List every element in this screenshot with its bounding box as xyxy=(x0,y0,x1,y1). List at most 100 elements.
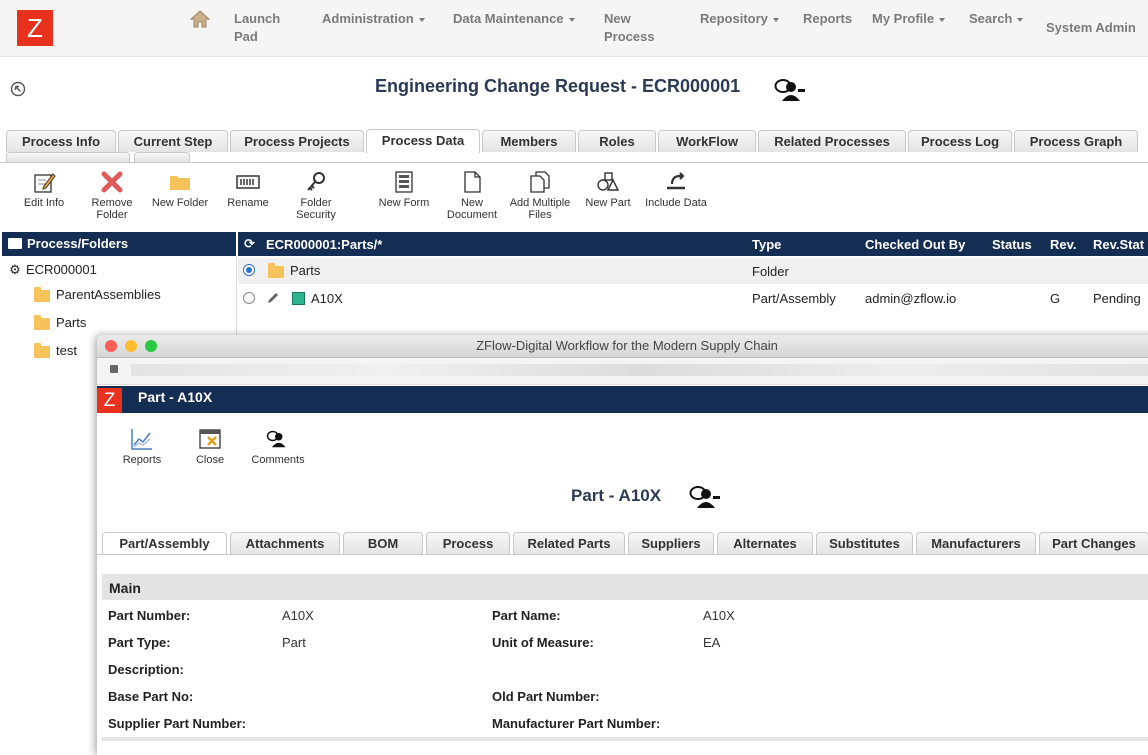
tab-related-processes[interactable]: Related Processes xyxy=(758,130,906,152)
nav-system-admin[interactable]: System Admin xyxy=(1046,19,1136,37)
comments-button[interactable]: Comments xyxy=(247,427,309,466)
column-header-type[interactable]: Type xyxy=(752,233,781,257)
column-header-checked-out-by[interactable]: Checked Out By xyxy=(865,233,965,257)
part-name-value: A10X xyxy=(703,608,735,623)
document-icon xyxy=(464,171,481,193)
comments-icon[interactable] xyxy=(774,78,806,107)
tree-item-parentassemblies[interactable]: ParentAssemblies xyxy=(34,286,161,302)
tree-item-parts[interactable]: Parts xyxy=(34,314,86,330)
reports-icon xyxy=(131,429,152,450)
section-title: Main xyxy=(109,580,141,596)
tab-workflow[interactable]: WorkFlow xyxy=(658,130,756,152)
files-icon xyxy=(530,171,550,193)
panel-splitter[interactable] xyxy=(236,256,237,336)
pencil-icon[interactable] xyxy=(266,291,280,310)
folder-open-icon xyxy=(268,262,284,278)
tab-suppliers[interactable]: Suppliers xyxy=(628,532,714,554)
tab-attachments[interactable]: Attachments xyxy=(230,532,340,554)
folder-security-button[interactable]: Folder Security xyxy=(288,170,344,221)
nav-search[interactable]: Search xyxy=(969,10,1024,28)
folder-icon xyxy=(170,176,190,190)
remove-folder-button[interactable]: Remove Folder xyxy=(84,170,140,221)
form-icon xyxy=(395,171,413,193)
tab-process[interactable]: Process xyxy=(426,532,510,554)
chevron-down-icon xyxy=(1017,17,1024,22)
part-type-value: Part xyxy=(282,635,306,650)
part-cube-icon xyxy=(292,292,305,305)
new-document-button[interactable]: New Document xyxy=(442,170,502,221)
part-icon xyxy=(597,172,620,191)
chevron-down-icon xyxy=(772,17,779,22)
tab-roles[interactable]: Roles xyxy=(578,130,656,152)
tab-process-graph[interactable]: Process Graph xyxy=(1014,130,1138,152)
chevron-down-icon xyxy=(568,17,575,22)
grid-path: ECR000001:Parts/* xyxy=(266,237,383,252)
nav-administration[interactable]: Administration xyxy=(322,10,425,28)
new-form-button[interactable]: New Form xyxy=(374,170,434,209)
new-folder-button[interactable]: New Folder xyxy=(148,170,212,209)
nav-my-profile[interactable]: My Profile xyxy=(872,10,946,28)
key-icon xyxy=(307,172,325,191)
tab-process-projects[interactable]: Process Projects xyxy=(230,130,364,152)
folder-icon xyxy=(34,342,50,358)
nav-launch-pad[interactable]: Launch Pad xyxy=(234,10,304,46)
home-icon[interactable] xyxy=(189,10,211,33)
tree-item-test[interactable]: test xyxy=(34,342,77,358)
description-label: Description: xyxy=(108,662,184,677)
tab-divider xyxy=(0,162,1148,163)
tab-process-info[interactable]: Process Info xyxy=(6,130,116,152)
tab-process-data[interactable]: Process Data xyxy=(366,129,480,153)
unit-of-measure-label: Unit of Measure: xyxy=(492,635,594,650)
row-type: Part/Assembly xyxy=(752,291,836,306)
rename-icon xyxy=(236,175,260,189)
zflow-logo[interactable]: Z xyxy=(97,388,122,413)
row-name[interactable]: Parts xyxy=(268,262,320,280)
tab-divider xyxy=(97,554,1148,555)
tab-substitutes[interactable]: Substitutes xyxy=(816,532,913,554)
tab-members[interactable]: Members xyxy=(482,130,576,152)
zflow-logo[interactable]: Z xyxy=(17,10,53,46)
column-header-rev-status[interactable]: Rev.Stat xyxy=(1093,233,1144,257)
nav-repository[interactable]: Repository xyxy=(700,10,779,28)
part-number-value: A10X xyxy=(282,608,314,623)
tab-overflow-1[interactable] xyxy=(6,152,130,162)
top-navigation-bar: Z Launch Pad Administration Data Mainten… xyxy=(0,0,1148,57)
column-header-status[interactable]: Status xyxy=(992,233,1032,257)
tab-alternates[interactable]: Alternates xyxy=(717,532,813,554)
tab-related-parts[interactable]: Related Parts xyxy=(513,532,625,554)
tab-part-assembly[interactable]: Part/Assembly xyxy=(102,532,227,554)
table-row[interactable] xyxy=(238,258,1148,284)
column-header-rev[interactable]: Rev. xyxy=(1050,233,1077,257)
tab-manufacturers[interactable]: Manufacturers xyxy=(916,532,1036,554)
back-icon[interactable] xyxy=(10,81,26,102)
row-rev: G xyxy=(1050,291,1061,306)
window-title: ZFlow-Digital Workflow for the Modern Su… xyxy=(476,338,778,353)
old-part-number-label: Old Part Number: xyxy=(492,689,600,704)
tab-process-log[interactable]: Process Log xyxy=(908,130,1012,152)
row-name[interactable]: A10X xyxy=(311,290,343,308)
nav-data-maintenance[interactable]: Data Maintenance xyxy=(453,10,575,28)
close-button[interactable]: Close xyxy=(185,427,235,466)
refresh-icon[interactable]: ⟳ xyxy=(244,232,255,256)
tree-root[interactable]: ⚙ ECR000001 xyxy=(8,262,97,278)
edit-info-button[interactable]: Edit Info xyxy=(16,170,72,209)
part-number-label: Part Number: xyxy=(108,608,191,623)
tab-current-step[interactable]: Current Step xyxy=(118,130,228,152)
tab-part-changes[interactable]: Part Changes xyxy=(1039,532,1148,554)
new-part-button[interactable]: New Part xyxy=(580,170,636,209)
include-data-button[interactable]: Include Data xyxy=(642,170,710,209)
nav-reports[interactable]: Reports xyxy=(803,10,852,28)
reports-button[interactable]: Reports xyxy=(117,427,167,466)
section-header xyxy=(102,574,1148,600)
row-radio[interactable] xyxy=(243,292,255,304)
nav-new-process[interactable]: New Process xyxy=(604,10,668,46)
chevron-down-icon xyxy=(939,17,946,22)
process-folders-header: Process/Folders xyxy=(2,232,236,256)
rename-button[interactable]: Rename xyxy=(220,170,276,209)
tab-overflow-2[interactable] xyxy=(134,152,190,162)
comments-icon[interactable] xyxy=(689,485,721,514)
tab-bom[interactable]: BOM xyxy=(343,532,423,554)
row-radio[interactable] xyxy=(243,264,255,276)
popup-header xyxy=(97,386,1148,413)
add-multiple-files-button[interactable]: Add Multiple Files xyxy=(506,170,574,221)
